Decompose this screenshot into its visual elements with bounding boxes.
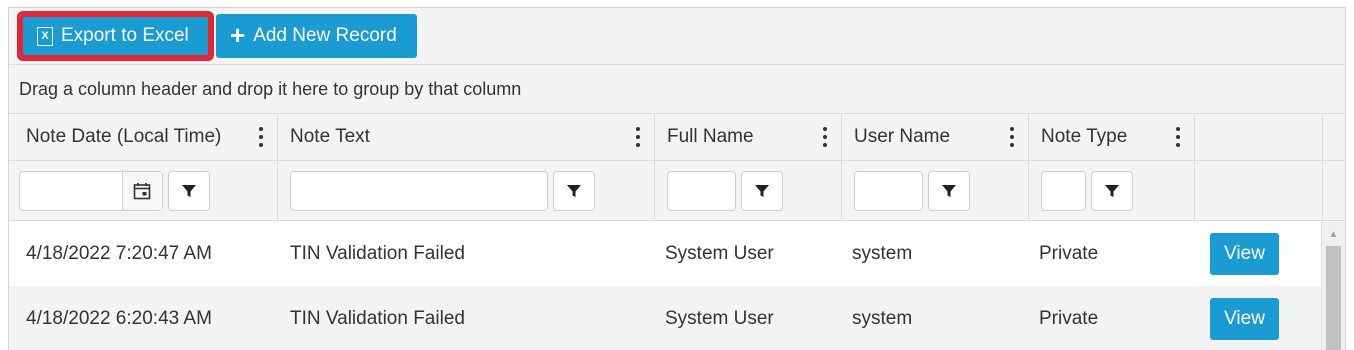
filter-cell-user-name (842, 161, 1029, 220)
filter-button-note-date[interactable] (168, 170, 210, 211)
grid-toolbar: X Export to Excel + Add New Record (9, 8, 1345, 65)
column-menu-icon[interactable] (821, 125, 829, 149)
column-header-actions (1195, 114, 1323, 160)
cell-note-type: Private (1039, 307, 1099, 329)
group-by-drop-area[interactable]: Drag a column header and drop it here to… (9, 65, 1345, 114)
cell-full-name: System User (665, 242, 774, 264)
date-filter-input[interactable] (20, 172, 122, 210)
filter-button-user-name[interactable] (928, 170, 970, 211)
cell-actions: View (1195, 286, 1323, 350)
filter-icon (567, 184, 581, 197)
scroll-up-arrow-icon[interactable]: ▲ (1322, 222, 1345, 246)
add-new-record-button[interactable]: + Add New Record (216, 14, 417, 58)
cell-user-name: system (852, 242, 913, 264)
filter-icon (942, 184, 956, 197)
column-menu-icon[interactable] (634, 125, 642, 149)
filter-cell-full-name (655, 161, 842, 220)
table-row: 4/18/2022 7:20:47 AM TIN Validation Fail… (9, 221, 1345, 286)
column-header-user-name[interactable]: User Name (842, 114, 1029, 160)
vertical-scrollbar[interactable]: ▲ (1321, 222, 1345, 350)
column-header-row: Note Date (Local Time) Note Text Full Na… (9, 114, 1345, 161)
add-new-record-label: Add New Record (253, 25, 397, 46)
column-header-full-name[interactable]: Full Name (655, 114, 842, 160)
plus-icon: + (230, 20, 246, 50)
view-button[interactable]: View (1210, 297, 1279, 340)
column-header-label: Note Text (290, 126, 370, 147)
view-button[interactable]: View (1210, 232, 1279, 275)
filter-button-note-text[interactable] (553, 170, 595, 211)
filter-cell-note-text (278, 161, 655, 220)
filter-icon (755, 184, 769, 197)
cell-note-type: Private (1039, 242, 1099, 264)
column-header-note-type[interactable]: Note Type (1029, 114, 1195, 160)
filter-button-full-name[interactable] (741, 170, 783, 211)
cell-user-name: system (852, 307, 913, 329)
cell-full-name: System User (665, 307, 774, 329)
calendar-icon[interactable] (121, 171, 162, 210)
scrollbar-thumb[interactable] (1326, 246, 1341, 350)
column-header-label: User Name (854, 126, 951, 147)
cell-note-text: TIN Validation Failed (290, 307, 465, 329)
notes-grid: X Export to Excel + Add New Record Drag … (8, 7, 1346, 350)
note-type-filter-input[interactable] (1041, 170, 1086, 211)
note-text-filter-input[interactable] (290, 170, 548, 211)
export-to-excel-label: Export to Excel (61, 25, 189, 46)
filter-cell-note-type (1029, 161, 1195, 220)
cell-note-text: TIN Validation Failed (290, 242, 465, 264)
column-header-label: Full Name (667, 126, 754, 147)
table-row: 4/18/2022 6:20:43 AM TIN Validation Fail… (9, 286, 1345, 350)
filter-icon (182, 184, 196, 197)
column-header-note-date[interactable]: Note Date (Local Time) (9, 114, 278, 160)
filter-button-note-type[interactable] (1091, 170, 1133, 211)
filter-icon (1105, 184, 1119, 197)
cell-actions: View (1195, 221, 1323, 286)
export-to-excel-button[interactable]: X Export to Excel (17, 11, 214, 61)
filter-cell-note-date (9, 161, 278, 220)
column-menu-icon[interactable] (1174, 125, 1182, 149)
column-header-note-text[interactable]: Note Text (278, 114, 655, 160)
filter-row (9, 161, 1345, 221)
column-header-label: Note Type (1041, 126, 1128, 147)
cell-note-date: 4/18/2022 7:20:47 AM (26, 242, 212, 264)
group-by-hint: Drag a column header and drop it here to… (19, 78, 522, 99)
excel-file-icon: X (37, 26, 53, 46)
full-name-filter-input[interactable] (667, 170, 736, 211)
column-header-label: Note Date (Local Time) (26, 126, 222, 147)
user-name-filter-input[interactable] (854, 170, 923, 211)
column-menu-icon[interactable] (1008, 125, 1016, 149)
filter-cell-actions (1195, 161, 1323, 220)
column-menu-icon[interactable] (257, 125, 265, 149)
date-filter-picker (19, 170, 163, 211)
cell-note-date: 4/18/2022 6:20:43 AM (26, 307, 212, 329)
